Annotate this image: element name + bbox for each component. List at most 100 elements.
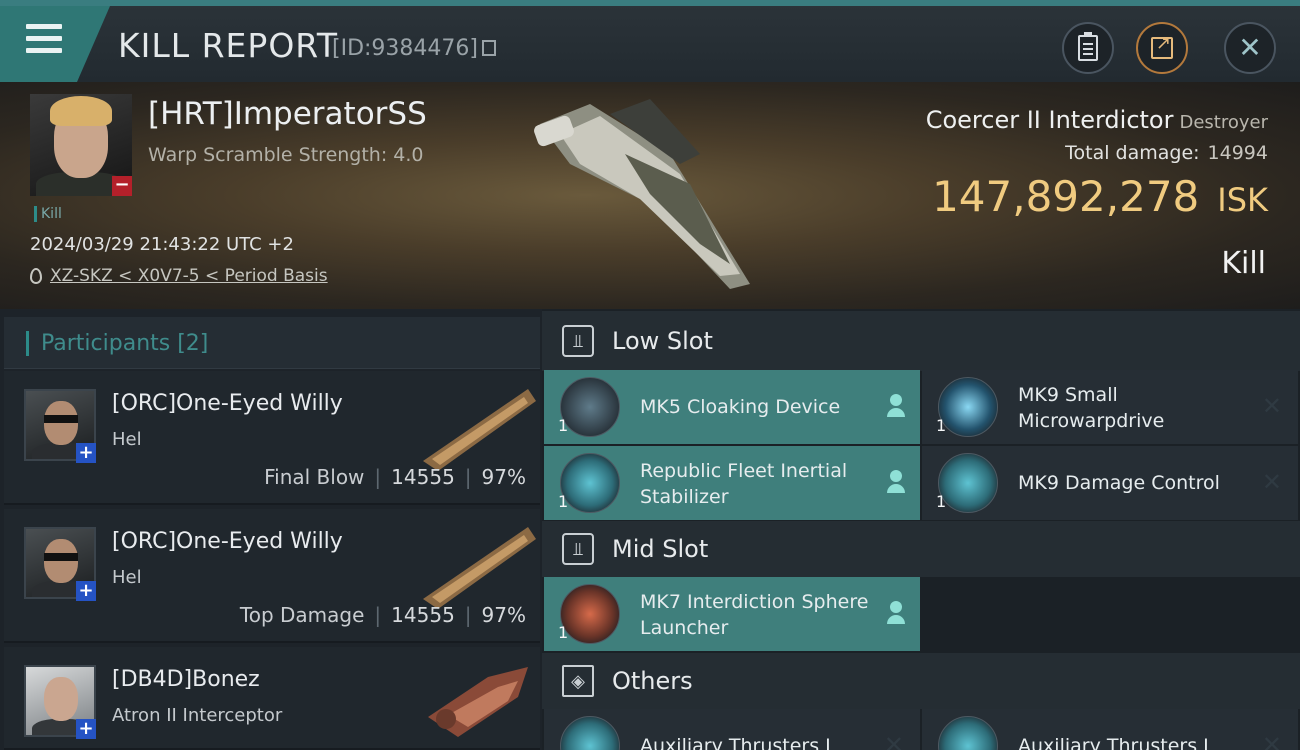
isk-unit: ISK (1217, 181, 1268, 219)
participant-stats: Top Damage | 14555 | 97% (239, 603, 526, 627)
low-slot-header: ⫫ Low Slot (542, 311, 1300, 371)
top-bar: KILL REPORT [ID:9384476] ✕ (0, 0, 1300, 82)
participant-ship: Hel (112, 429, 142, 450)
module-item[interactable]: Auxiliary Thrusters I ✕ (544, 709, 920, 750)
cloaking-device-icon (560, 377, 620, 437)
mid-slot-icon: ⫫ (562, 533, 594, 565)
low-slot-icon: ⫫ (562, 325, 594, 357)
destroyed-x-icon: ✕ (1261, 392, 1282, 420)
participant-ship-image (428, 667, 528, 737)
module-qty: 1 (558, 492, 569, 511)
module-item[interactable]: 1 MK7 Interdiction Sphere Launcher (544, 577, 920, 651)
hostile-minus-icon: − (112, 176, 132, 196)
microwarpdrive-icon (938, 377, 998, 437)
module-item[interactable]: 1 MK9 Small Microwarpdrive ✕ (922, 370, 1298, 444)
module-item[interactable]: 1 Republic Fleet Inertial Stabilizer (544, 446, 920, 520)
location-row[interactable]: XZ-SKZ < X0V7-5 < Period Basis (30, 266, 328, 286)
participants-panel: Participants [2] + [ORC]One-Eyed Willy H… (0, 309, 542, 750)
others-header: ◈ Others (542, 653, 1300, 709)
total-damage-line: Total damage: 14994 (1065, 142, 1268, 164)
report-id-text: [ID:9384476] (332, 36, 478, 61)
module-qty: 1 (936, 492, 947, 511)
participant-ship: Hel (112, 567, 142, 588)
participant-stat-label: Final Blow (264, 465, 365, 489)
victim-subtitle: Warp Scramble Strength: 4.0 (148, 144, 424, 166)
module-name: Auxiliary Thrusters I (1018, 735, 1209, 750)
module-item[interactable]: Auxiliary Thrusters I ✕ (922, 709, 1298, 750)
total-damage-label: Total damage: (1065, 142, 1200, 164)
module-name: Republic Fleet Inertial Stabilizer (640, 460, 848, 508)
participants-header[interactable]: Participants [2] (4, 317, 540, 369)
victim-ship-image (534, 99, 750, 289)
close-icon: ✕ (1238, 31, 1262, 64)
participant-percent: 97% (481, 603, 526, 627)
mid-slot-header: ⫫ Mid Slot (542, 521, 1300, 577)
module-item[interactable]: 1 MK9 Damage Control ✕ (922, 446, 1298, 520)
module-name: MK5 Cloaking Device (640, 396, 841, 418)
isk-value: 147,892,278 (932, 172, 1200, 221)
victim-name[interactable]: [HRT]ImperatorSS (148, 96, 427, 132)
dropped-person-icon (886, 601, 906, 627)
close-button[interactable]: ✕ (1224, 22, 1276, 74)
kill-result: Kill (1221, 246, 1266, 281)
victim-ship-name[interactable]: Coercer II Interdictor (926, 106, 1174, 134)
module-qty: 1 (558, 416, 569, 435)
module-name: Auxiliary Thrusters I (640, 735, 831, 750)
participant-percent: 97% (481, 465, 526, 489)
participant-ship: Atron II Interceptor (112, 705, 283, 726)
mid-slot-label: Mid Slot (612, 535, 709, 563)
victim-banner: − [HRT]ImperatorSS Warp Scramble Strengt… (0, 82, 1300, 309)
cube-icon: ◈ (562, 665, 594, 697)
others-label: Others (612, 667, 693, 695)
participant-ship-image (423, 527, 536, 609)
ally-plus-icon: + (76, 581, 96, 601)
hamburger-menu-icon[interactable] (26, 24, 62, 54)
victim-ship-line: Coercer II Interdictor Destroyer (926, 106, 1268, 134)
damage-control-icon (938, 453, 998, 513)
participant-name[interactable]: [DB4D]Bonez (112, 667, 260, 692)
report-id: [ID:9384476] (332, 36, 496, 61)
victim-ship-class: Destroyer (1179, 112, 1268, 133)
isk-value-line: 147,892,278 ISK (932, 172, 1268, 221)
module-qty: 1 (936, 416, 947, 435)
participant-name[interactable]: [ORC]One-Eyed Willy (112, 391, 343, 416)
share-button[interactable] (1136, 22, 1188, 74)
auxiliary-thrusters-icon (560, 716, 620, 750)
kill-tag: Kill (34, 206, 62, 222)
clipboard-button[interactable] (1062, 22, 1114, 74)
low-slot-label: Low Slot (612, 327, 713, 355)
destroyed-x-icon: ✕ (1261, 731, 1282, 750)
ally-plus-icon: + (76, 719, 96, 739)
auxiliary-thrusters-icon (938, 716, 998, 750)
module-item[interactable]: 1 MK5 Cloaking Device (544, 370, 920, 444)
participant-damage: 14555 (391, 465, 455, 489)
module-name: MK7 Interdiction Sphere Launcher (640, 591, 869, 639)
location-link[interactable]: XZ-SKZ < X0V7-5 < Period Basis (50, 266, 328, 286)
participant-name[interactable]: [ORC]One-Eyed Willy (112, 529, 343, 554)
module-name: MK9 Damage Control (1018, 472, 1220, 494)
clipboard-icon (1078, 32, 1098, 61)
kill-timestamp: 2024/03/29 21:43:22 UTC +2 (30, 234, 294, 255)
location-pin-icon (30, 268, 42, 284)
share-icon (1151, 33, 1173, 59)
dropped-person-icon (886, 394, 906, 420)
module-qty: 1 (558, 623, 569, 642)
participant-card[interactable]: + [ORC]One-Eyed Willy Hel Final Blow | 145… (4, 371, 540, 505)
participant-card[interactable]: + [ORC]One-Eyed Willy Hel Top Damage | 145… (4, 509, 540, 643)
ally-plus-icon: + (76, 443, 96, 463)
destroyed-x-icon: ✕ (1261, 468, 1282, 496)
page-title: KILL REPORT (118, 26, 338, 65)
participant-damage: 14555 (391, 603, 455, 627)
menu-tab[interactable] (0, 6, 110, 82)
dropped-person-icon (886, 470, 906, 496)
total-damage-value: 14994 (1207, 142, 1268, 164)
copy-icon[interactable] (482, 40, 496, 56)
participant-card[interactable]: + [DB4D]Bonez Atron II Interceptor (4, 647, 540, 750)
participants-title: Participants [2] (26, 331, 208, 356)
participant-stat-label: Top Damage (239, 603, 365, 627)
inertial-stabilizer-icon (560, 453, 620, 513)
participant-ship-image (423, 389, 536, 471)
module-name: MK9 Small Microwarpdrive (1018, 384, 1165, 432)
interdiction-launcher-icon (560, 584, 620, 644)
participant-stats: Final Blow | 14555 | 97% (264, 465, 526, 489)
